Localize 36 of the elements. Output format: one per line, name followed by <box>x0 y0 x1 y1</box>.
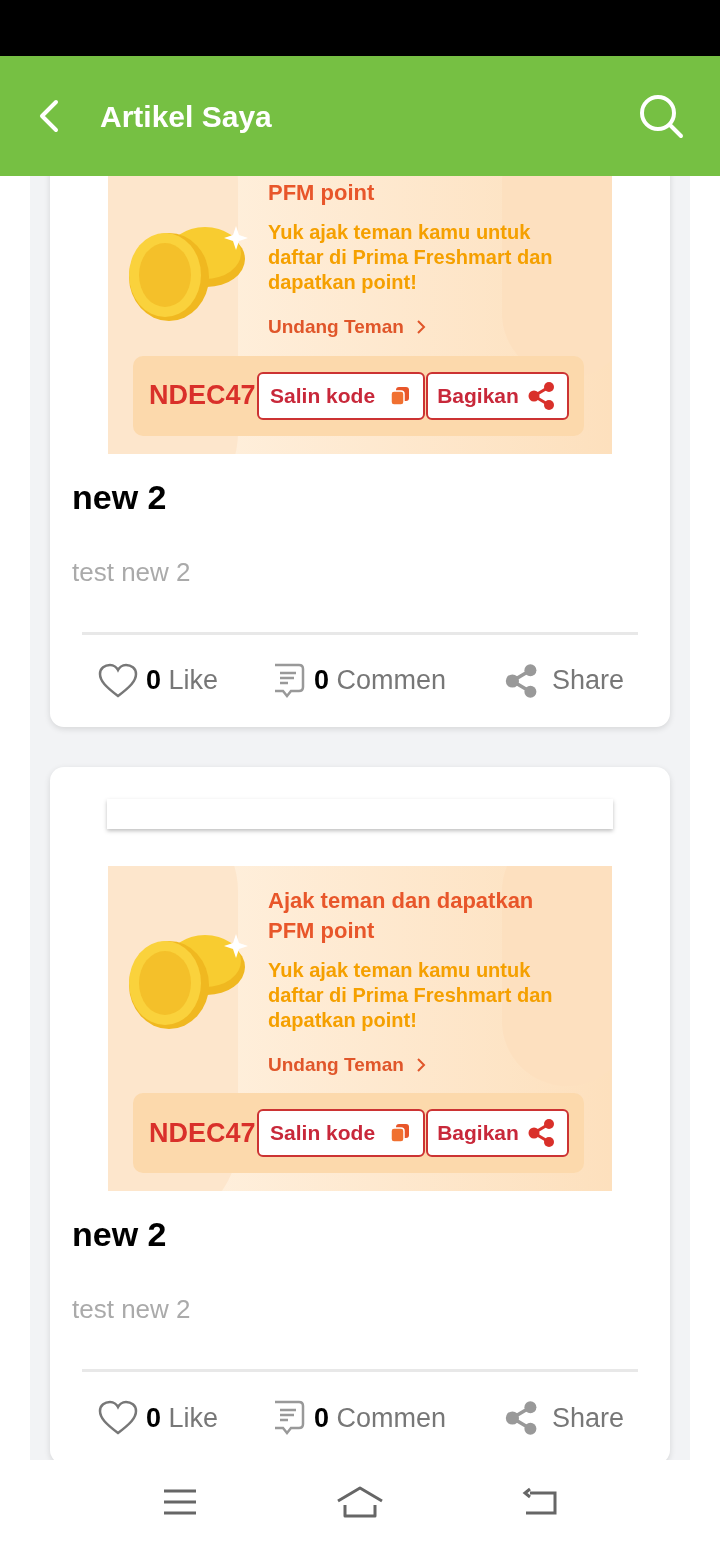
banner-title: Ajak teman dan dapatkan PFM point <box>268 886 535 945</box>
article-title: new 2 <box>72 1214 168 1255</box>
home-icon[interactable] <box>335 1485 385 1519</box>
article-description: test new 2 <box>72 555 192 589</box>
referral-code: NDEC47 <box>149 379 256 413</box>
menu-icon[interactable] <box>162 1487 198 1517</box>
share-code-button[interactable]: Bagikan <box>425 1109 569 1157</box>
share-button[interactable]: Share <box>504 1397 625 1439</box>
share-button[interactable]: Share <box>504 660 625 701</box>
heart-icon <box>98 1400 138 1436</box>
share-code-button[interactable]: Bagikan <box>425 371 569 420</box>
back-icon[interactable] <box>522 1487 558 1517</box>
chevron-right-icon <box>415 1056 426 1073</box>
copy-icon <box>389 1122 412 1144</box>
article-description: test new 2 <box>72 1293 192 1326</box>
comment-button[interactable]: 0 Commen <box>272 660 504 701</box>
banner-text: Yuk ajak teman kamu untuk daftar di Prima Freshmart dan dapatkan point! <box>268 220 554 295</box>
like-button[interactable]: 0 Like <box>98 660 272 701</box>
heart-icon <box>98 662 138 699</box>
share-icon <box>526 1118 557 1148</box>
article-title: new 2 <box>72 476 168 518</box>
invite-link[interactable]: Undang Teman <box>268 313 568 342</box>
banner-title: PFM point <box>268 179 376 207</box>
copy-icon <box>389 384 412 407</box>
page-title: Artikel Saya <box>100 98 273 135</box>
share-icon <box>526 380 557 411</box>
comment-icon <box>272 661 306 700</box>
copy-code-button[interactable]: Salin kode <box>256 1109 425 1157</box>
like-button[interactable]: 0 Like <box>98 1397 272 1439</box>
invite-link[interactable]: Undang Teman <box>268 1050 568 1079</box>
banner-text: Yuk ajak teman kamu untuk daftar di Prima Freshmart dan dapatkan point! <box>268 957 554 1033</box>
comment-button[interactable]: 0 Commen <box>272 1397 504 1439</box>
comment-icon <box>272 1399 306 1437</box>
chevron-right-icon <box>415 319 426 336</box>
copy-code-button[interactable]: Salin kode <box>256 371 425 420</box>
referral-code: NDEC47 <box>149 1116 256 1150</box>
